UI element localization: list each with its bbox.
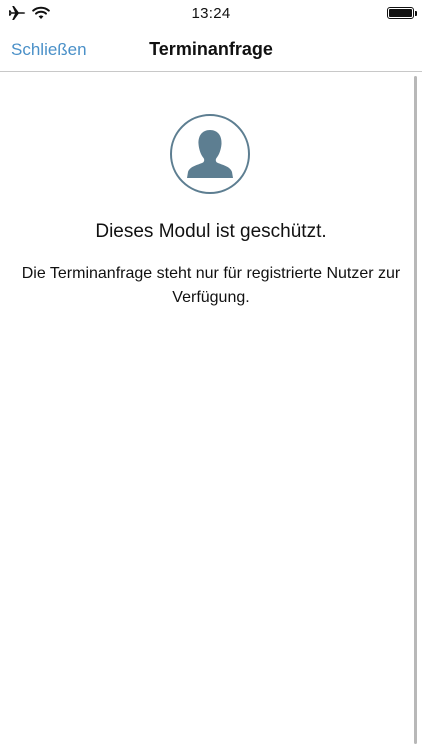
scrollbar[interactable] [414, 76, 417, 744]
locked-module-notice: Dieses Modul ist geschützt. Die Terminan… [0, 72, 414, 750]
user-silhouette-icon [170, 114, 250, 194]
navigation-bar: Schließen Terminanfrage [0, 28, 422, 72]
status-bar: 13:24 [0, 0, 422, 28]
notice-heading: Dieses Modul ist geschützt. [95, 221, 327, 242]
battery-icon [387, 7, 417, 19]
status-right [387, 7, 417, 19]
close-button[interactable]: Schließen [11, 40, 87, 60]
screen: 13:24 Schließen Terminanfrage Dieses Mod… [0, 0, 422, 750]
notice-message: Die Terminanfrage steht nur für registri… [21, 265, 401, 306]
status-time: 13:24 [191, 5, 231, 22]
